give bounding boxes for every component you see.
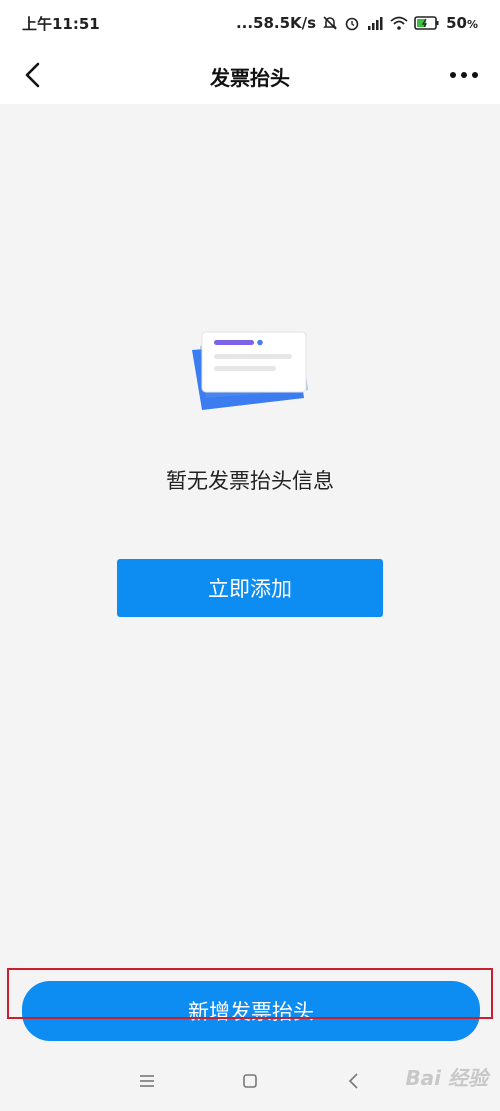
status-indicators: ...58.5K/s 50% xyxy=(236,14,478,32)
back-icon[interactable] xyxy=(343,1070,365,1092)
page-title: 发票抬头 xyxy=(210,66,290,90)
network-speed: ...58.5K/s xyxy=(235,14,317,32)
mute-bell-icon xyxy=(322,15,338,31)
status-time: 上午11:51 xyxy=(22,14,100,33)
battery-charging-icon xyxy=(414,15,440,31)
wifi-icon xyxy=(390,15,408,31)
add-now-button[interactable]: 立即添加 xyxy=(117,559,383,617)
menu-icon[interactable] xyxy=(136,1070,158,1092)
more-dots-icon[interactable] xyxy=(446,59,482,91)
alarm-icon xyxy=(344,15,360,31)
hd-signal-icon xyxy=(366,15,384,31)
status-bar: 上午11:51 ...58.5K/s 50% xyxy=(0,0,500,46)
baidu-watermark: Bai 经验 xyxy=(405,1066,488,1090)
new-invoice-header-button[interactable]: 新增发票抬头 xyxy=(22,981,480,1041)
battery-percent: 50% xyxy=(446,14,478,32)
invoice-cards-illustration xyxy=(188,328,312,416)
empty-state-message: 暂无发票抬头信息 xyxy=(166,469,334,493)
nav-bar: 发票抬头 xyxy=(0,46,500,104)
home-icon[interactable] xyxy=(239,1070,261,1092)
